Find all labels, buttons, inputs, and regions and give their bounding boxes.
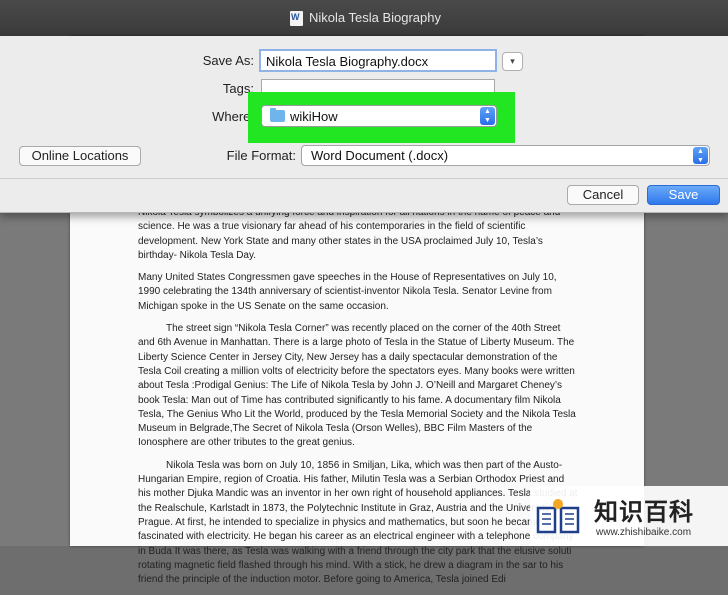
watermark-logo: 知识百科 www.zhishibaike.com <box>530 486 728 546</box>
cancel-button[interactable]: Cancel <box>567 185 639 205</box>
folder-icon <box>270 108 285 122</box>
where-select[interactable]: wikiHow ▲ ▼ <box>261 105 497 127</box>
watermark-url: www.zhishibaike.com <box>596 527 692 538</box>
chevron-down-icon: ▾ <box>510 56 515 66</box>
document-paragraph: Many United States Congressmen gave spee… <box>138 272 557 312</box>
window-title-bar: Nikola Tesla Biography <box>0 0 728 36</box>
window-title: Nikola Tesla Biography <box>309 10 441 25</box>
watermark-text: 知识百科 <box>594 499 694 526</box>
expand-dialog-button[interactable]: ▾ <box>502 52 523 71</box>
where-label: Where: <box>212 109 254 124</box>
save-button[interactable]: Save <box>647 185 720 205</box>
document-paragraph: The street sign “Nikola Tesla Corner” wa… <box>138 323 576 449</box>
divider <box>0 178 728 179</box>
file-format-label: File Format: <box>226 148 296 163</box>
file-format-value: Word Document (.docx) <box>311 148 449 163</box>
document-paragraph: Nikola Tesla was born on July 10, 1856 i… <box>138 459 578 586</box>
up-down-arrows-icon: ▲ ▼ <box>693 147 708 164</box>
up-down-arrows-icon: ▲ ▼ <box>480 107 495 125</box>
book-lightbulb-icon <box>536 499 580 534</box>
save-as-label: Save As: <box>202 53 254 68</box>
word-document-icon <box>290 11 303 26</box>
file-format-select[interactable]: Word Document (.docx) ▲ ▼ <box>301 145 710 166</box>
where-value: wikiHow <box>290 109 338 124</box>
online-locations-button[interactable]: Online Locations <box>19 146 141 166</box>
document-body: Nikola Tesla symbolizes a unifying force… <box>138 206 578 595</box>
save-dialog: Save As: Nikola Tesla Biography.docx ▾ T… <box>0 36 728 213</box>
tags-label: Tags: <box>222 81 254 96</box>
save-as-field[interactable]: Nikola Tesla Biography.docx <box>259 49 497 72</box>
document-paragraph: Nikola Tesla symbolizes a unifying force… <box>138 207 560 261</box>
